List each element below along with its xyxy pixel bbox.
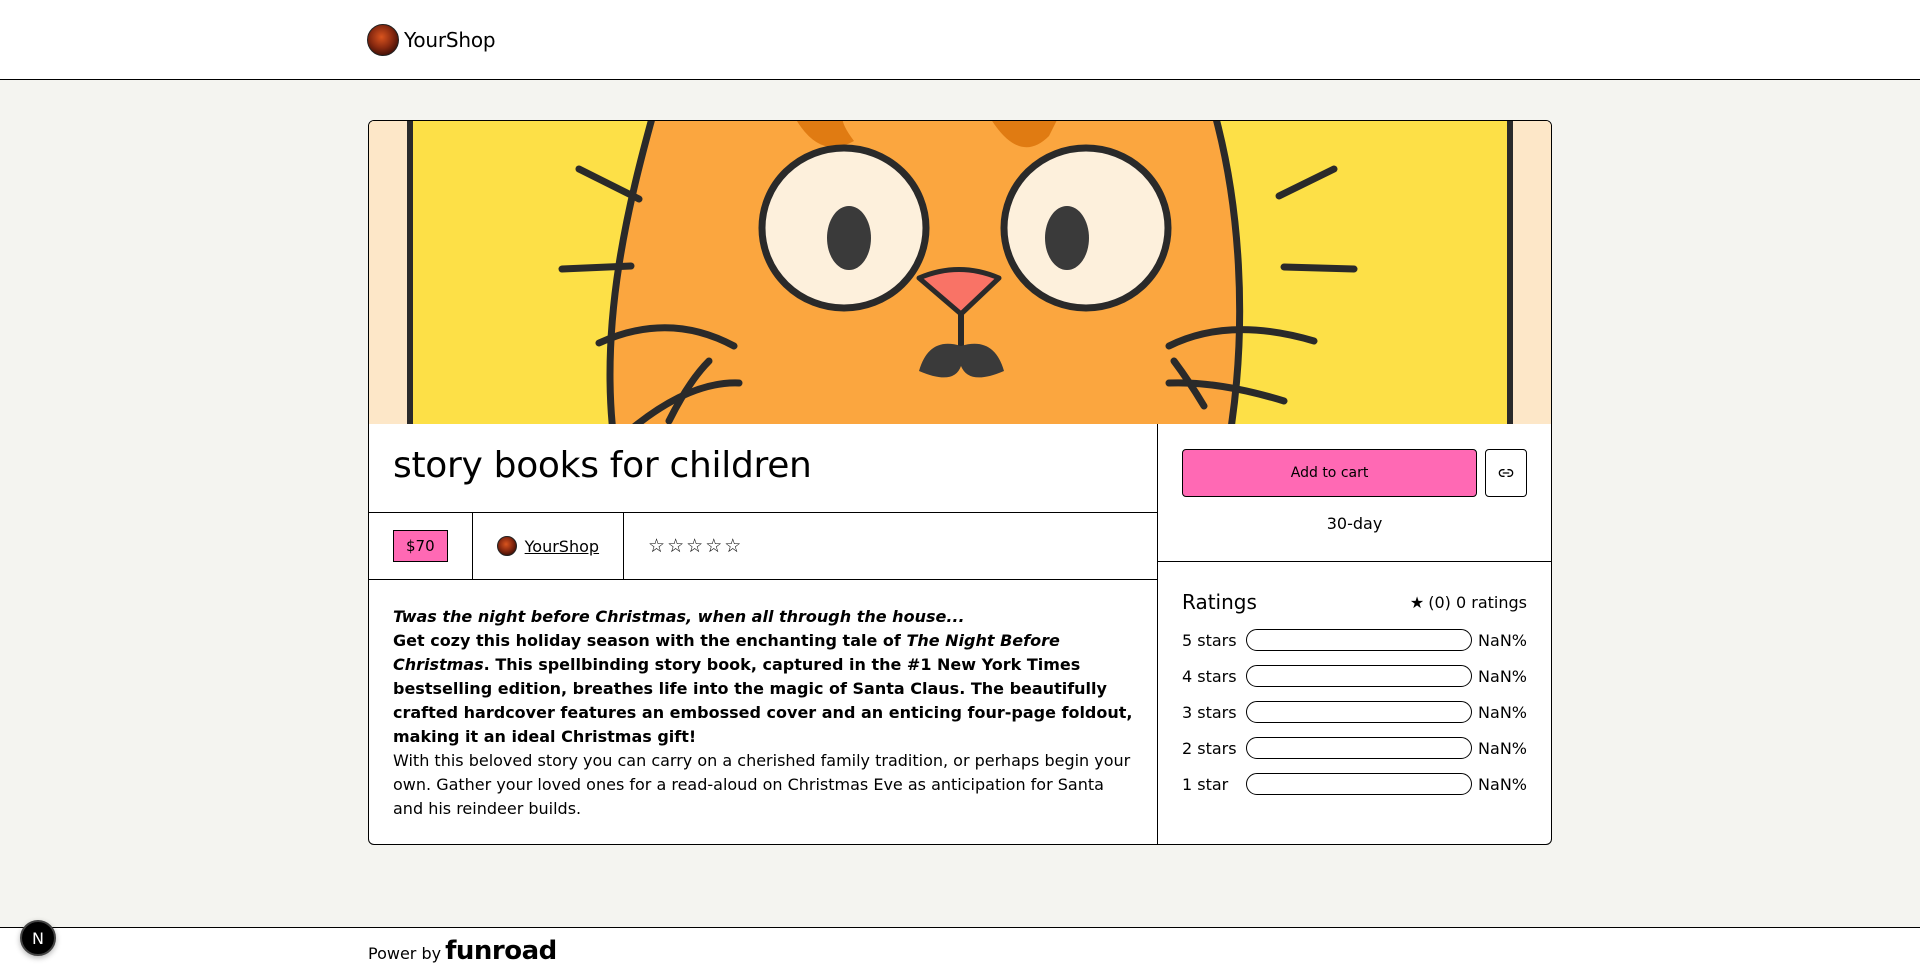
rating-row: 3 stars NaN% bbox=[1182, 694, 1527, 730]
star-filled-icon: ★ bbox=[1409, 592, 1425, 612]
rating-row-percent: NaN% bbox=[1478, 666, 1527, 686]
star-empty-icon: ☆ bbox=[686, 534, 704, 557]
product-card: story books for children $70 YourShop ☆ … bbox=[368, 120, 1552, 845]
rating-progress-bar bbox=[1246, 773, 1472, 795]
seller-avatar-icon bbox=[496, 536, 517, 556]
add-to-cart-button[interactable]: Add to cart bbox=[1182, 449, 1478, 497]
product-cover-image bbox=[369, 121, 1551, 424]
product-title: story books for children bbox=[393, 445, 812, 486]
rating-row-percent: NaN% bbox=[1478, 738, 1527, 758]
rating-stars: ☆ ☆ ☆ ☆ ☆ bbox=[648, 534, 742, 557]
footer-brand-logo[interactable]: funroad bbox=[445, 936, 557, 966]
shop-avatar-icon bbox=[367, 24, 399, 56]
rating-progress-bar bbox=[1246, 629, 1472, 651]
link-icon bbox=[1498, 469, 1514, 477]
copy-link-button[interactable] bbox=[1485, 449, 1527, 497]
rating-row-label: 5 stars bbox=[1182, 630, 1237, 650]
seller-cell: YourShop bbox=[471, 513, 623, 579]
ratings-title: Ratings bbox=[1182, 590, 1257, 614]
price-cell: $70 bbox=[369, 513, 472, 579]
price-badge: $70 bbox=[393, 530, 448, 562]
cat-illustration bbox=[369, 121, 1551, 424]
seller[interactable]: YourShop bbox=[496, 536, 599, 556]
buy-box: Add to cart 30-day bbox=[1158, 424, 1551, 562]
rating-row: 1 star NaN% bbox=[1182, 766, 1527, 802]
rating-row-label: 3 stars bbox=[1182, 702, 1237, 722]
rating-row-label: 1 star bbox=[1182, 774, 1229, 794]
footer-power-by: Power by bbox=[368, 944, 442, 963]
rating-row-percent: NaN% bbox=[1478, 702, 1527, 722]
ratings-summary: ★ (0) 0 ratings bbox=[1410, 593, 1527, 612]
rating-cell: ☆ ☆ ☆ ☆ ☆ bbox=[623, 513, 765, 579]
refund-policy: 30-day bbox=[1326, 514, 1383, 533]
footer: Power by funroad bbox=[0, 927, 1920, 976]
rating-row-percent: NaN% bbox=[1478, 774, 1527, 794]
dev-tools-badge[interactable]: N bbox=[20, 920, 56, 956]
rating-row-label: 4 stars bbox=[1182, 666, 1237, 686]
purchase-sidebar: Add to cart 30-day Ratings ★ (0) 0 ratin… bbox=[1158, 424, 1551, 844]
rating-row: 5 stars NaN% bbox=[1182, 622, 1527, 658]
rating-row-percent: NaN% bbox=[1478, 630, 1527, 650]
rating-row: 2 stars NaN% bbox=[1182, 730, 1527, 766]
title-row: story books for children bbox=[369, 424, 1157, 513]
rating-progress-bar bbox=[1246, 701, 1472, 723]
product-details: story books for children $70 YourShop ☆ … bbox=[369, 424, 1158, 844]
description-intro: Twas the night before Christmas, when al… bbox=[393, 607, 965, 626]
rating-progress-bar bbox=[1246, 737, 1472, 759]
ratings-summary-text: (0) 0 ratings bbox=[1428, 592, 1527, 612]
rating-progress-bar bbox=[1246, 665, 1472, 687]
star-empty-icon: ☆ bbox=[648, 534, 666, 557]
brand-link[interactable]: YourShop bbox=[367, 23, 496, 57]
meta-row: $70 YourShop ☆ ☆ ☆ ☆ ☆ bbox=[369, 513, 1157, 580]
ratings-panel: Ratings ★ (0) 0 ratings 5 stars NaN% 4 s… bbox=[1158, 562, 1551, 828]
description-bold: Get cozy this holiday season with the en… bbox=[393, 631, 1133, 746]
product-description: Twas the night before Christmas, when al… bbox=[369, 580, 1157, 844]
star-empty-icon: ☆ bbox=[667, 534, 685, 557]
seller-link[interactable]: YourShop bbox=[525, 537, 599, 556]
rating-row: 4 stars NaN% bbox=[1182, 658, 1527, 694]
brand-name: YourShop bbox=[404, 28, 496, 52]
star-empty-icon: ☆ bbox=[705, 534, 723, 557]
star-empty-icon: ☆ bbox=[724, 534, 742, 557]
rating-row-label: 2 stars bbox=[1182, 738, 1237, 758]
description-plain: With this beloved story you can carry on… bbox=[393, 751, 1131, 818]
top-navbar: YourShop bbox=[0, 0, 1920, 80]
rating-breakdown: 5 stars NaN% 4 stars NaN% 3 stars NaN% 2… bbox=[1182, 622, 1527, 802]
